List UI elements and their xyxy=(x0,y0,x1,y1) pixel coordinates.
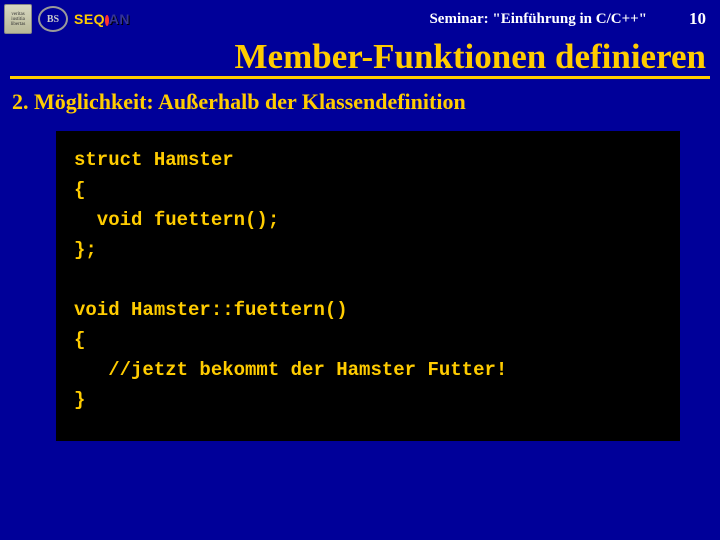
slide-title: Member-Funktionen definieren xyxy=(10,38,710,79)
title-container: Member-Funktionen definieren xyxy=(0,38,720,79)
seqan-logo-an: AN xyxy=(109,11,130,27)
slide-subheading: 2. Möglichkeit: Außerhalb der Klassendef… xyxy=(0,79,720,131)
university-crest-logo: veritas iustitia libertas xyxy=(4,4,32,34)
bs-logo-text: BS xyxy=(47,14,59,25)
page-number: 10 xyxy=(689,9,706,29)
slide-header: veritas iustitia libertas BS SEQAN Semin… xyxy=(0,0,720,38)
crest-text: veritas iustitia libertas xyxy=(5,12,31,27)
code-block: struct Hamster { void fuettern(); }; voi… xyxy=(56,131,680,441)
seminar-title: Seminar: "Einführung in C/C++" xyxy=(429,11,647,28)
seqan-logo-seq: SEQ xyxy=(74,11,105,27)
seqan-logo-dot-icon xyxy=(105,15,109,26)
bs-logo: BS xyxy=(38,6,68,32)
seqan-logo: SEQAN xyxy=(74,7,130,31)
